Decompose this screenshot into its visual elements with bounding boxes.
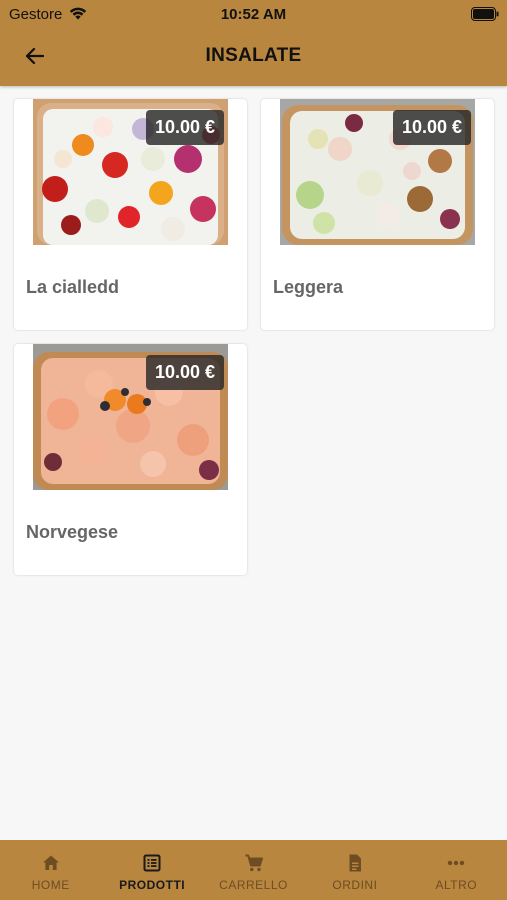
status-time: 10:52 AM (220, 6, 287, 23)
price-badge: 10.00 € (146, 355, 225, 390)
nav-item-altro[interactable]: ALTRO (406, 840, 507, 900)
nav-item-prodotti[interactable]: PRODOTTI (101, 840, 202, 900)
product-card[interactable]: 10.00 € Leggera (261, 99, 494, 330)
product-name: Leggera (273, 277, 344, 297)
cart-icon (245, 854, 263, 872)
nav-item-ordini[interactable]: ORDINI (304, 840, 405, 900)
status-bar: Gestore 10:52 AM (0, 0, 507, 28)
price-badge: 10.00 € (146, 110, 225, 145)
app-header: Gestore 10:52 AM INSALATE (0, 0, 507, 86)
battery-icon (471, 7, 499, 21)
nav-label: CARRELLO (219, 878, 288, 892)
product-card[interactable]: 10.00 € La cialledd (14, 99, 247, 330)
nav-label: PRODOTTI (119, 878, 186, 892)
bottom-nav: HOME PRODOTTI CARRELLO ORDINI ALTRO (0, 840, 507, 900)
product-card[interactable]: 10.00 € Norvegese (14, 344, 247, 575)
home-icon (42, 855, 59, 870)
price-badge: 10.00 € (393, 110, 472, 145)
nav-item-carrello[interactable]: CARRELLO (203, 840, 304, 900)
nav-item-home[interactable]: HOME (0, 840, 101, 900)
more-icon (448, 860, 465, 866)
nav-label: HOME (31, 878, 70, 892)
nav-label: ALTRO (435, 878, 478, 892)
list-icon (143, 854, 161, 872)
product-name: Norvegese (26, 522, 119, 542)
page-title: INSALATE (205, 45, 302, 66)
nav-label: ORDINI (332, 878, 378, 892)
document-icon (349, 854, 361, 872)
product-name: La cialledd (26, 277, 120, 297)
